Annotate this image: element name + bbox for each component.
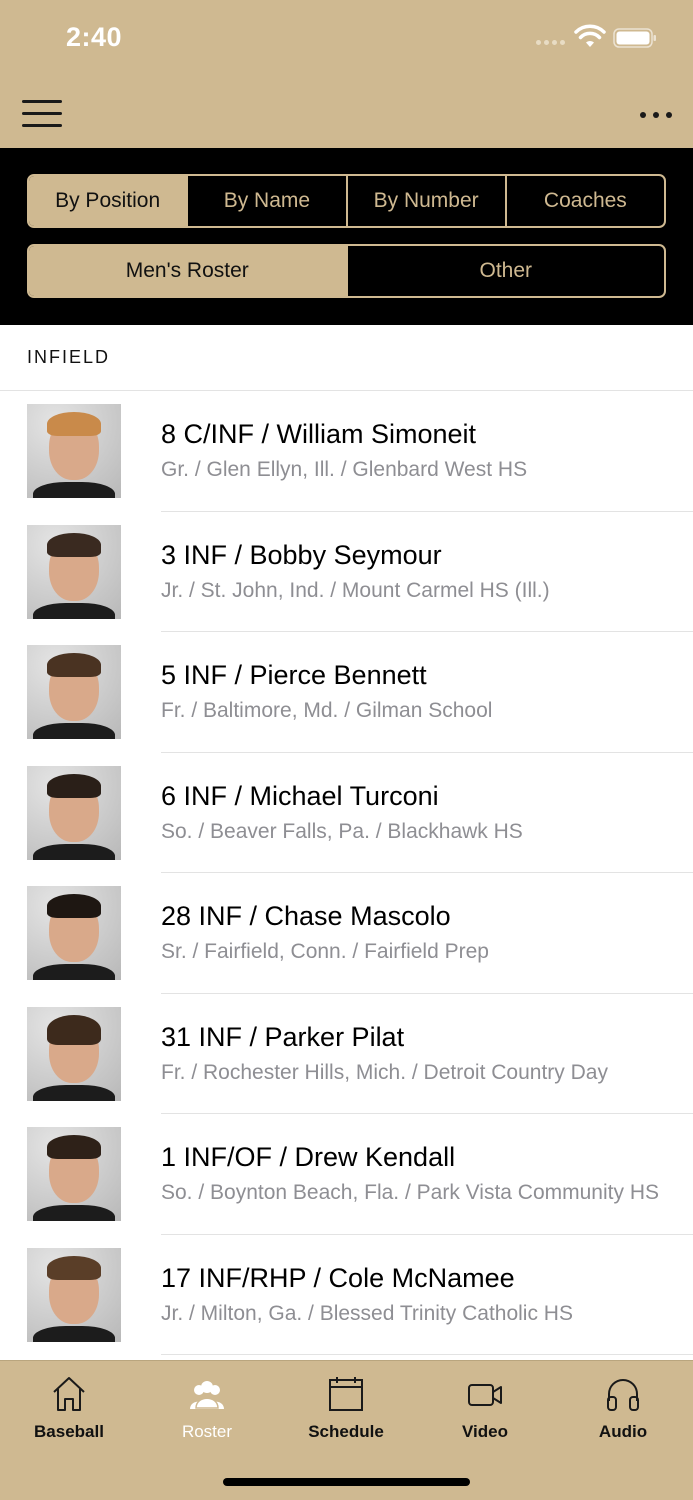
video-camera-icon xyxy=(468,1384,502,1406)
player-title: 31 INF / Parker Pilat xyxy=(161,1021,405,1052)
segment-by-number[interactable]: By Number xyxy=(345,176,505,226)
player-subtitle: Gr. / Glen Ellyn, Ill. / Glenbard West H… xyxy=(161,458,528,481)
wifi-icon xyxy=(574,24,606,47)
player-subtitle: Fr. / Rochester Hills, Mich. / Detroit C… xyxy=(161,1060,608,1084)
segment-coaches[interactable]: Coaches xyxy=(504,176,664,226)
player-subtitle: Fr. / Baltimore, Md. / Gilman School xyxy=(161,699,493,722)
player-row[interactable]: 1 INF/OF / Drew Kendall So. / Boynton Be… xyxy=(0,1114,693,1235)
headphones-icon xyxy=(607,1379,639,1411)
segment-by-position[interactable]: By Position xyxy=(29,176,187,226)
tab-label: Video xyxy=(462,1422,508,1441)
people-icon xyxy=(190,1381,224,1409)
player-row[interactable]: 31 INF / Parker Pilat Fr. / Rochester Hi… xyxy=(0,994,693,1114)
home-indicator[interactable] xyxy=(223,1478,470,1486)
player-subtitle: Jr. / Milton, Ga. / Blessed Trinity Cath… xyxy=(161,1301,573,1325)
player-title: 28 INF / Chase Mascolo xyxy=(161,901,451,931)
player-subtitle: Jr. / St. John, Ind. / Mount Carmel HS (… xyxy=(161,578,550,602)
filter-panel: By Position By Name By Number Coaches Me… xyxy=(0,148,693,325)
battery-icon xyxy=(613,28,656,48)
player-photo xyxy=(27,1006,121,1101)
tab-roster[interactable]: Roster xyxy=(147,1371,267,1455)
player-title: 1 INF/OF / Drew Kendall xyxy=(161,1142,456,1172)
status-time: 2:40 xyxy=(66,22,123,52)
section-title: INFIELD xyxy=(27,347,111,367)
tab-schedule[interactable]: Schedule xyxy=(286,1371,406,1455)
player-title: 6 INF / Michael Turconi xyxy=(161,780,439,811)
player-list: 8 C/INF / William Simoneit Gr. / Glen El… xyxy=(0,391,693,1355)
home-icon xyxy=(53,1377,85,1411)
row-divider xyxy=(161,1354,693,1355)
player-row[interactable]: 17 INF/RHP / Cole McNamee Jr. / Milton, … xyxy=(0,1235,693,1355)
player-photo xyxy=(27,765,121,860)
tab-video[interactable]: Video xyxy=(425,1371,545,1455)
sort-segmented-control: By Position By Name By Number Coaches xyxy=(27,174,666,228)
hamburger-menu-icon[interactable] xyxy=(22,100,62,128)
player-photo xyxy=(27,645,121,739)
section-header: INFIELD xyxy=(0,325,693,391)
player-photo xyxy=(27,1127,121,1221)
segment-by-name[interactable]: By Name xyxy=(186,176,345,226)
tab-label: Schedule xyxy=(308,1422,384,1441)
status-bar: 2:40 xyxy=(0,0,693,82)
player-photo xyxy=(27,524,121,619)
player-title: 8 C/INF / William Simoneit xyxy=(161,419,477,449)
player-title: 3 INF / Bobby Seymour xyxy=(161,539,442,570)
player-row[interactable]: 3 INF / Bobby Seymour Jr. / St. John, In… xyxy=(0,512,693,632)
tab-label: Baseball xyxy=(34,1422,104,1441)
player-subtitle: So. / Boynton Beach, Fla. / Park Vista C… xyxy=(161,1181,659,1204)
player-title: 17 INF/RHP / Cole McNamee xyxy=(161,1262,515,1293)
segment-other[interactable]: Other xyxy=(345,246,665,296)
more-options-icon[interactable] xyxy=(640,106,680,124)
player-photo xyxy=(27,886,121,980)
player-subtitle: Sr. / Fairfield, Conn. / Fairfield Prep xyxy=(161,940,489,963)
player-photo xyxy=(27,404,121,498)
player-row[interactable]: 5 INF / Pierce Bennett Fr. / Baltimore, … xyxy=(0,632,693,753)
player-subtitle: So. / Beaver Falls, Pa. / Blackhawk HS xyxy=(161,819,523,843)
calendar-icon xyxy=(329,1377,363,1411)
player-title: 5 INF / Pierce Bennett xyxy=(161,660,427,690)
player-row[interactable]: 28 INF / Chase Mascolo Sr. / Fairfield, … xyxy=(0,873,693,994)
tab-label: Audio xyxy=(598,1422,648,1441)
navigation-bar xyxy=(0,82,693,148)
segment-mens-roster[interactable]: Men's Roster xyxy=(29,246,346,296)
cellular-signal-icon xyxy=(536,40,565,45)
player-row[interactable]: 6 INF / Michael Turconi So. / Beaver Fal… xyxy=(0,753,693,873)
player-row[interactable]: 8 C/INF / William Simoneit Gr. / Glen El… xyxy=(0,391,693,512)
player-photo xyxy=(27,1247,121,1342)
roster-segmented-control: Men's Roster Other xyxy=(27,244,666,298)
tab-baseball[interactable]: Baseball xyxy=(9,1371,129,1455)
tab-audio[interactable]: Audio xyxy=(563,1371,683,1455)
tab-label: Roster xyxy=(181,1422,233,1441)
